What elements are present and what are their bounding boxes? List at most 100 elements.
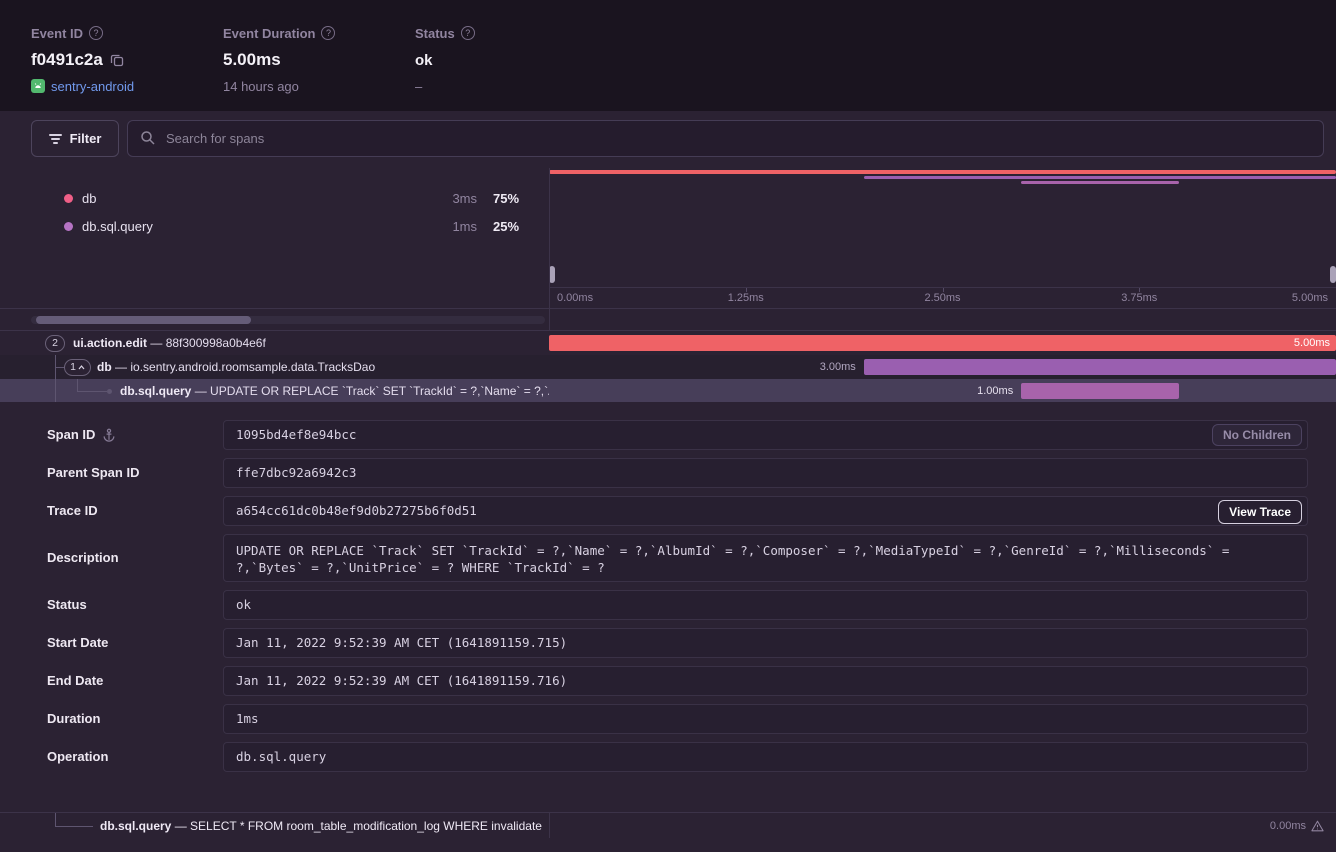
event-time-ago: 14 hours ago (223, 79, 299, 94)
help-icon[interactable]: ? (321, 26, 335, 40)
axis-tick-label: 0.00ms (557, 292, 593, 304)
event-duration-value: 5.00ms (223, 50, 281, 70)
span-detail-panel: Span ID 1095bd4ef8e94bcc No Children Par… (0, 402, 1336, 812)
duration-label: Duration (47, 704, 100, 734)
status-label: Status (415, 26, 455, 41)
span-row-ui-action-edit[interactable]: 2 ui.action.edit — 88f300998a0b4e6f 5.00… (0, 331, 1336, 355)
horizontal-scrollbar-thumb[interactable] (36, 316, 251, 324)
description-value: UPDATE OR REPLACE `Track` SET `TrackId` … (223, 534, 1308, 582)
badge-count: 2 (52, 336, 58, 351)
minimap-bar (864, 176, 1336, 179)
copy-icon[interactable] (110, 53, 124, 67)
span-duration-bar (864, 359, 1336, 375)
operation-value: db.sql.query (223, 742, 1308, 772)
event-id-value: f0491c2a (31, 50, 103, 70)
status-block: Status ? ok – (415, 25, 475, 94)
status-value: ok (415, 52, 433, 69)
duration-value: 1ms (223, 704, 1308, 734)
op-duration: 3ms (452, 191, 477, 206)
event-duration-block: Event Duration ? 5.00ms 14 hours ago (223, 25, 335, 94)
minimap-bar (1021, 181, 1178, 184)
tree-connector (55, 379, 56, 403)
detail-row-duration: Duration 1ms (47, 704, 1308, 734)
tree-leaf-dot (107, 389, 112, 394)
axis-tick-label: 1.25ms (728, 292, 764, 304)
span-op: ui.action.edit (73, 336, 147, 350)
trace-id-value: a654cc61dc0b48ef9d0b27275b6f0d51 View Tr… (223, 496, 1308, 526)
description-label: Description (47, 534, 119, 582)
children-count-badge[interactable]: 2 (45, 335, 65, 352)
toolbar: Filter (31, 120, 1324, 157)
span-row-select-query[interactable]: db.sql.query — SELECT * FROM room_table_… (0, 812, 1336, 838)
search-box (127, 120, 1324, 157)
op-color-dot (64, 222, 73, 231)
op-percentage: 25% (493, 219, 527, 234)
detail-row-start-date: Start Date Jan 11, 2022 9:52:39 AM CET (… (47, 628, 1308, 658)
span-row-db-sql-query-selected[interactable]: db.sql.query — UPDATE OR REPLACE `Track`… (0, 379, 1336, 403)
horizontal-scrollbar-track[interactable] (31, 316, 545, 324)
op-breakdown-legend: db 3ms 75% db.sql.query 1ms 25% (0, 168, 549, 308)
legend-item-db-sql-query: db.sql.query 1ms 25% (0, 212, 549, 240)
filter-icon (49, 134, 62, 144)
minimap-bar (549, 170, 1336, 174)
trace-minimap[interactable]: 0.00ms 1.25ms 2.50ms 3.75ms 5.00ms (549, 168, 1336, 308)
parent-span-id-label: Parent Span ID (47, 458, 139, 488)
detail-row-description: Description UPDATE OR REPLACE `Track` SE… (47, 534, 1308, 582)
anchor-icon[interactable] (102, 428, 116, 442)
op-color-dot (64, 194, 73, 203)
status-detail-value: ok (223, 590, 1308, 620)
span-desc: — io.sentry.android.roomsample.data.Trac… (115, 360, 375, 374)
span-duration-label: 5.00ms (1294, 335, 1330, 351)
legend-item-db: db 3ms 75% (0, 184, 549, 212)
span-detail-page: Event ID ? f0491c2a (0, 0, 1336, 852)
detail-row-span-id: Span ID 1095bd4ef8e94bcc No Children (47, 420, 1308, 450)
span-op: db.sql.query (100, 819, 171, 833)
operation-label: Operation (47, 742, 108, 772)
span-duration-bar: 5.00ms (549, 335, 1336, 351)
axis-tick-label: 5.00ms (1292, 292, 1328, 304)
parent-span-id-value: ffe7dbc92a6942c3 (223, 458, 1308, 488)
filter-button[interactable]: Filter (31, 120, 119, 157)
status-sub: – (415, 79, 422, 94)
scrollbar-row (0, 308, 1336, 330)
search-icon (140, 130, 156, 146)
span-duration-bar (1021, 383, 1178, 399)
time-axis: 0.00ms 1.25ms 2.50ms 3.75ms 5.00ms (549, 287, 1336, 308)
filter-button-label: Filter (70, 131, 102, 146)
span-duration-label: 0.00ms (1270, 820, 1306, 832)
tree-connector (55, 813, 56, 826)
span-duration-label: 3.00ms (820, 355, 856, 379)
span-desc: — UPDATE OR REPLACE `Track` SET `TrackId… (195, 384, 549, 398)
event-id-label: Event ID (31, 26, 83, 41)
tree-connector (55, 826, 93, 827)
end-date-value: Jan 11, 2022 9:52:39 AM CET (1641891159.… (223, 666, 1308, 696)
detail-row-trace-id: Trace ID a654cc61dc0b48ef9d0b27275b6f0d5… (47, 496, 1308, 526)
span-id-label: Span ID (47, 420, 116, 450)
axis-tick-label: 2.50ms (924, 292, 960, 304)
start-date-value: Jan 11, 2022 9:52:39 AM CET (1641891159.… (223, 628, 1308, 658)
tree-connector (55, 367, 64, 368)
detail-row-parent-span-id: Parent Span ID ffe7dbc92a6942c3 (47, 458, 1308, 488)
search-input[interactable] (127, 120, 1324, 157)
span-op: db.sql.query (120, 384, 191, 398)
span-id-value: 1095bd4ef8e94bcc No Children (223, 420, 1308, 450)
help-icon[interactable]: ? (89, 26, 103, 40)
event-header: Event ID ? f0491c2a (0, 0, 1336, 111)
chevron-up-icon (78, 365, 85, 370)
span-row-db[interactable]: 1 db — io.sentry.android.roomsample.data… (0, 355, 1336, 379)
project-link[interactable]: sentry-android (51, 79, 134, 94)
view-trace-button[interactable]: View Trace (1218, 500, 1302, 524)
panel-divider (549, 812, 550, 838)
no-children-button[interactable]: No Children (1212, 424, 1302, 446)
expand-toggle-badge[interactable]: 1 (64, 359, 91, 376)
tree-connector (77, 391, 107, 392)
axis-tick-label: 3.75ms (1121, 292, 1157, 304)
warning-icon (1311, 820, 1324, 832)
minimap-section: db 3ms 75% db.sql.query 1ms 25% 0.00ms (0, 168, 1336, 308)
end-date-label: End Date (47, 666, 103, 696)
viewport-handle-right[interactable] (1330, 266, 1336, 283)
help-icon[interactable]: ? (461, 26, 475, 40)
android-platform-icon (31, 79, 45, 93)
span-duration-label: 1.00ms (977, 379, 1013, 403)
span-desc: — SELECT * FROM room_table_modification_… (175, 819, 542, 833)
